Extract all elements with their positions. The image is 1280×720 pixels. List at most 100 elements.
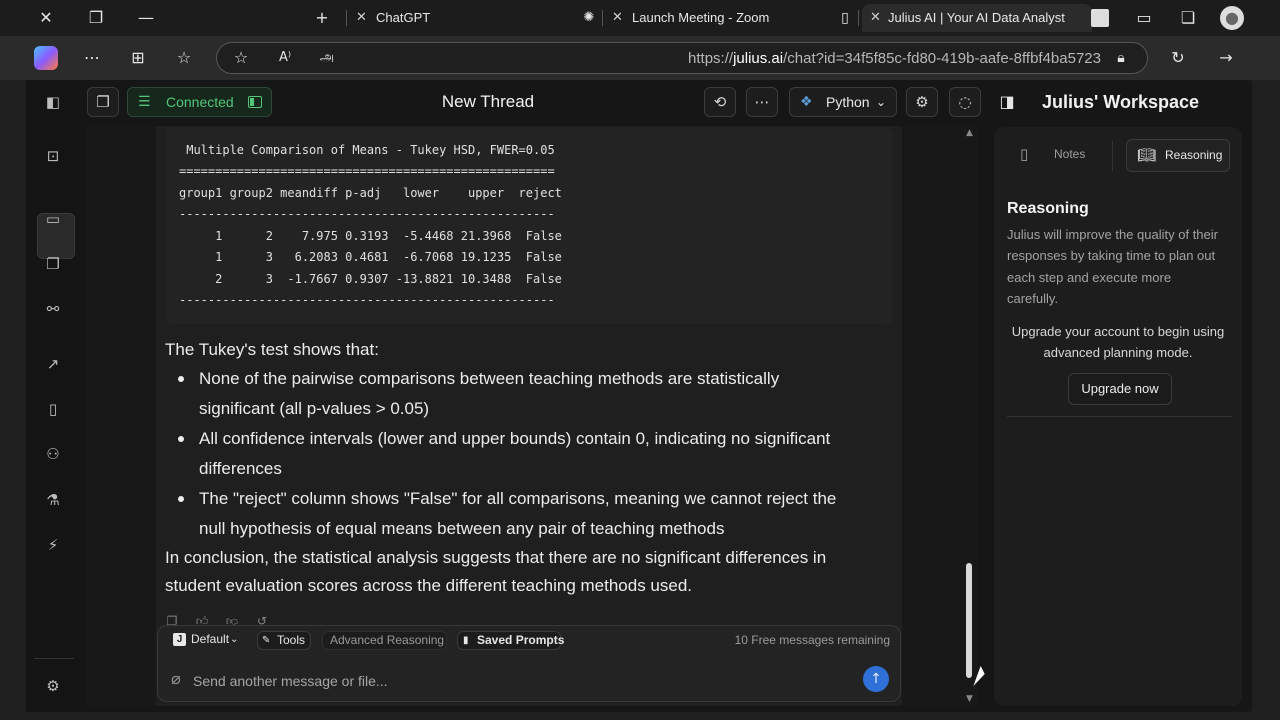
trending-icon[interactable]: ↗ <box>38 349 68 379</box>
upgrade-message: Upgrade your account to begin using <box>1011 324 1225 339</box>
response-intro: The Tukey's test shows that: <box>165 340 379 359</box>
reasoning-description: carefully. <box>1007 291 1059 306</box>
data-connectors-icon[interactable]: ⚯ <box>38 294 68 324</box>
notebooks-icon[interactable]: ▯ <box>38 394 68 424</box>
minimize-window-icon[interactable]: — <box>134 6 158 30</box>
notebook-icon: ▯ <box>1020 145 1029 163</box>
add-favorite-icon[interactable]: ☆ <box>229 46 253 70</box>
page-favicon-icon: ▯ <box>841 10 849 26</box>
upgrade-now-button[interactable]: Upgrade now <box>1068 373 1172 405</box>
tab-chatgpt[interactable]: ✕ ChatGPT <box>356 4 576 32</box>
language-label: Python <box>826 94 870 110</box>
settings-gear-icon[interactable]: ⚙ <box>38 671 68 701</box>
arrow-up-icon: ↑ <box>870 671 882 687</box>
bullet-text: null hypothesis of equal means between a… <box>199 519 725 538</box>
lock-icon[interactable]: 🔒︎ <box>1109 46 1133 70</box>
profile-avatar-icon[interactable]: ● <box>1220 6 1244 30</box>
url-domain: julius.ai <box>733 50 784 67</box>
tab-notes-label: Notes <box>1054 147 1086 161</box>
wrench-icon: ✎ <box>262 635 271 646</box>
model-label: Default <box>191 632 230 646</box>
advanced-reasoning-label: Advanced Reasoning <box>330 633 445 647</box>
team-icon[interactable]: ⚇ <box>38 439 68 469</box>
scroll-down-icon[interactable]: ▼ <box>966 694 973 704</box>
openai-favicon-icon: ✺ <box>583 10 595 25</box>
more-actions-icon[interactable]: ⋯ <box>746 87 778 117</box>
chat-bubble-icon[interactable]: ◌ <box>949 87 981 117</box>
connection-status[interactable]: ☰ Connected <box>127 87 272 117</box>
bullet-dot <box>178 496 184 502</box>
favorites-icon[interactable]: ☆ <box>172 46 196 70</box>
code-line: group1 group2 meandiff p-adj lower upper… <box>179 186 562 200</box>
scroll-up-icon[interactable]: ▲ <box>966 128 973 138</box>
tab-label: Launch Meeting - Zoom <box>632 10 770 25</box>
url-text[interactable]: https://julius.ai/chat?id=34f5f85c-fd80-… <box>688 50 1101 67</box>
left-rail: ◧ ⊡ ▭ ❐ ⚯ ↗ ▯ ⚇ ⚗ ⚡︎ ⚙ <box>26 80 80 712</box>
bullet-text: differences <box>199 459 282 478</box>
settings-icon[interactable]: ⚙ <box>906 87 938 117</box>
tab-close-icon[interactable]: ✕ <box>612 4 628 32</box>
bullet-dot <box>178 436 184 442</box>
tab-julius-ai[interactable]: ✕ Julius AI | Your AI Data Analyst <box>862 4 1092 32</box>
refresh-icon[interactable]: ↻ <box>1166 46 1190 70</box>
forward-icon[interactable]: → <box>1214 46 1238 70</box>
new-chat-icon[interactable]: ⊡ <box>38 141 68 171</box>
tab-reasoning-label: Reasoning <box>1165 148 1223 162</box>
attach-paperclip-icon[interactable]: ⌀ <box>164 667 188 691</box>
address-bar[interactable]: ☆ A⁾ அ https://julius.ai/chat?id=34f5f85… <box>216 42 1148 74</box>
translate-icon[interactable]: அ <box>315 46 339 70</box>
reasoning-description: Julius will improve the quality of their <box>1007 227 1218 242</box>
code-line: Multiple Comparison of Means - Tukey HSD… <box>179 143 555 157</box>
message-input[interactable] <box>193 671 833 691</box>
toggle-sidebar-icon[interactable]: ◧ <box>38 87 68 117</box>
close-window-icon[interactable]: ✕ <box>34 6 58 30</box>
tab-close-icon[interactable]: ✕ <box>870 4 886 32</box>
chats-icon[interactable]: ▭ <box>38 204 68 234</box>
tab-notes[interactable]: ▯ Notes <box>1010 139 1110 172</box>
files-icon[interactable]: ❐ <box>38 249 68 279</box>
tools-button[interactable]: ✎ Tools <box>257 631 311 650</box>
scroll-thumb[interactable] <box>966 563 972 678</box>
collections-icon[interactable]: ❏ <box>1176 6 1200 30</box>
rail-divider <box>34 658 74 659</box>
flask-icon[interactable]: ⚗ <box>38 485 68 515</box>
chevron-down-icon: ⌄ <box>230 634 239 645</box>
tab-label: ChatGPT <box>376 10 431 25</box>
copilot-icon[interactable] <box>34 46 58 70</box>
copy-thread-icon[interactable]: ❐ <box>87 87 119 117</box>
reasoning-heading: Reasoning <box>1007 200 1089 217</box>
julius-logo-icon: J <box>173 633 186 646</box>
workspaces-icon[interactable]: ⊞ <box>126 46 150 70</box>
reasoning-description: responses by taking time to plan out <box>1007 248 1216 263</box>
code-line: 1 2 7.975 0.3193 -5.4468 21.3968 False <box>179 229 562 243</box>
more-options-icon[interactable]: ⋯ <box>80 46 104 70</box>
url-path: /chat?id=34f5f85c-fd80-419b-aafe-8ffbf4b… <box>783 50 1101 67</box>
response-conclusion: In conclusion, the statistical analysis … <box>165 548 827 567</box>
address-bar-row: ⋯ ⊞ ☆ ☆ A⁾ அ https://julius.ai/chat?id=3… <box>0 36 1280 80</box>
advanced-reasoning-button[interactable]: Advanced Reasoning <box>322 631 447 650</box>
tab-zoom-meeting[interactable]: ✕ Launch Meeting - Zoom <box>612 4 832 32</box>
bullet-text: All confidence intervals (lower and uppe… <box>199 429 831 448</box>
chevron-down-icon: ⌄ <box>876 95 887 109</box>
read-aloud-icon[interactable]: A⁾ <box>273 46 297 70</box>
code-line: ----------------------------------------… <box>179 293 555 307</box>
tab-label: Julius AI | Your AI Data Analyst <box>888 10 1065 25</box>
bullet-text: None of the pairwise comparisons between… <box>199 369 780 388</box>
split-screen-icon[interactable]: ▭ <box>1132 6 1156 30</box>
language-select[interactable]: ❖ Python ⌄ <box>789 87 897 117</box>
bookmark-icon: ▮ <box>463 635 469 646</box>
sync-icon[interactable]: ⟲ <box>704 87 736 117</box>
tab-close-icon[interactable]: ✕ <box>356 4 372 32</box>
saved-prompts-button[interactable]: ▮ Saved Prompts <box>457 631 564 650</box>
tab-reasoning[interactable]: 📖︎ Reasoning <box>1126 139 1230 172</box>
bullet-dot <box>178 376 184 382</box>
collapse-workspace-icon[interactable]: ◨ <box>995 90 1019 114</box>
python-logo-icon: ❖ <box>800 94 813 110</box>
status-toggle-icon <box>248 96 262 108</box>
new-tab-icon[interactable]: + <box>310 6 334 30</box>
send-button[interactable]: ↑ <box>863 666 889 692</box>
bolt-icon[interactable]: ⚡︎ <box>38 530 68 560</box>
restore-window-icon[interactable]: ❐ <box>84 6 108 30</box>
model-select[interactable]: J Default ⌄ <box>169 631 244 650</box>
code-line: ----------------------------------------… <box>179 207 555 221</box>
